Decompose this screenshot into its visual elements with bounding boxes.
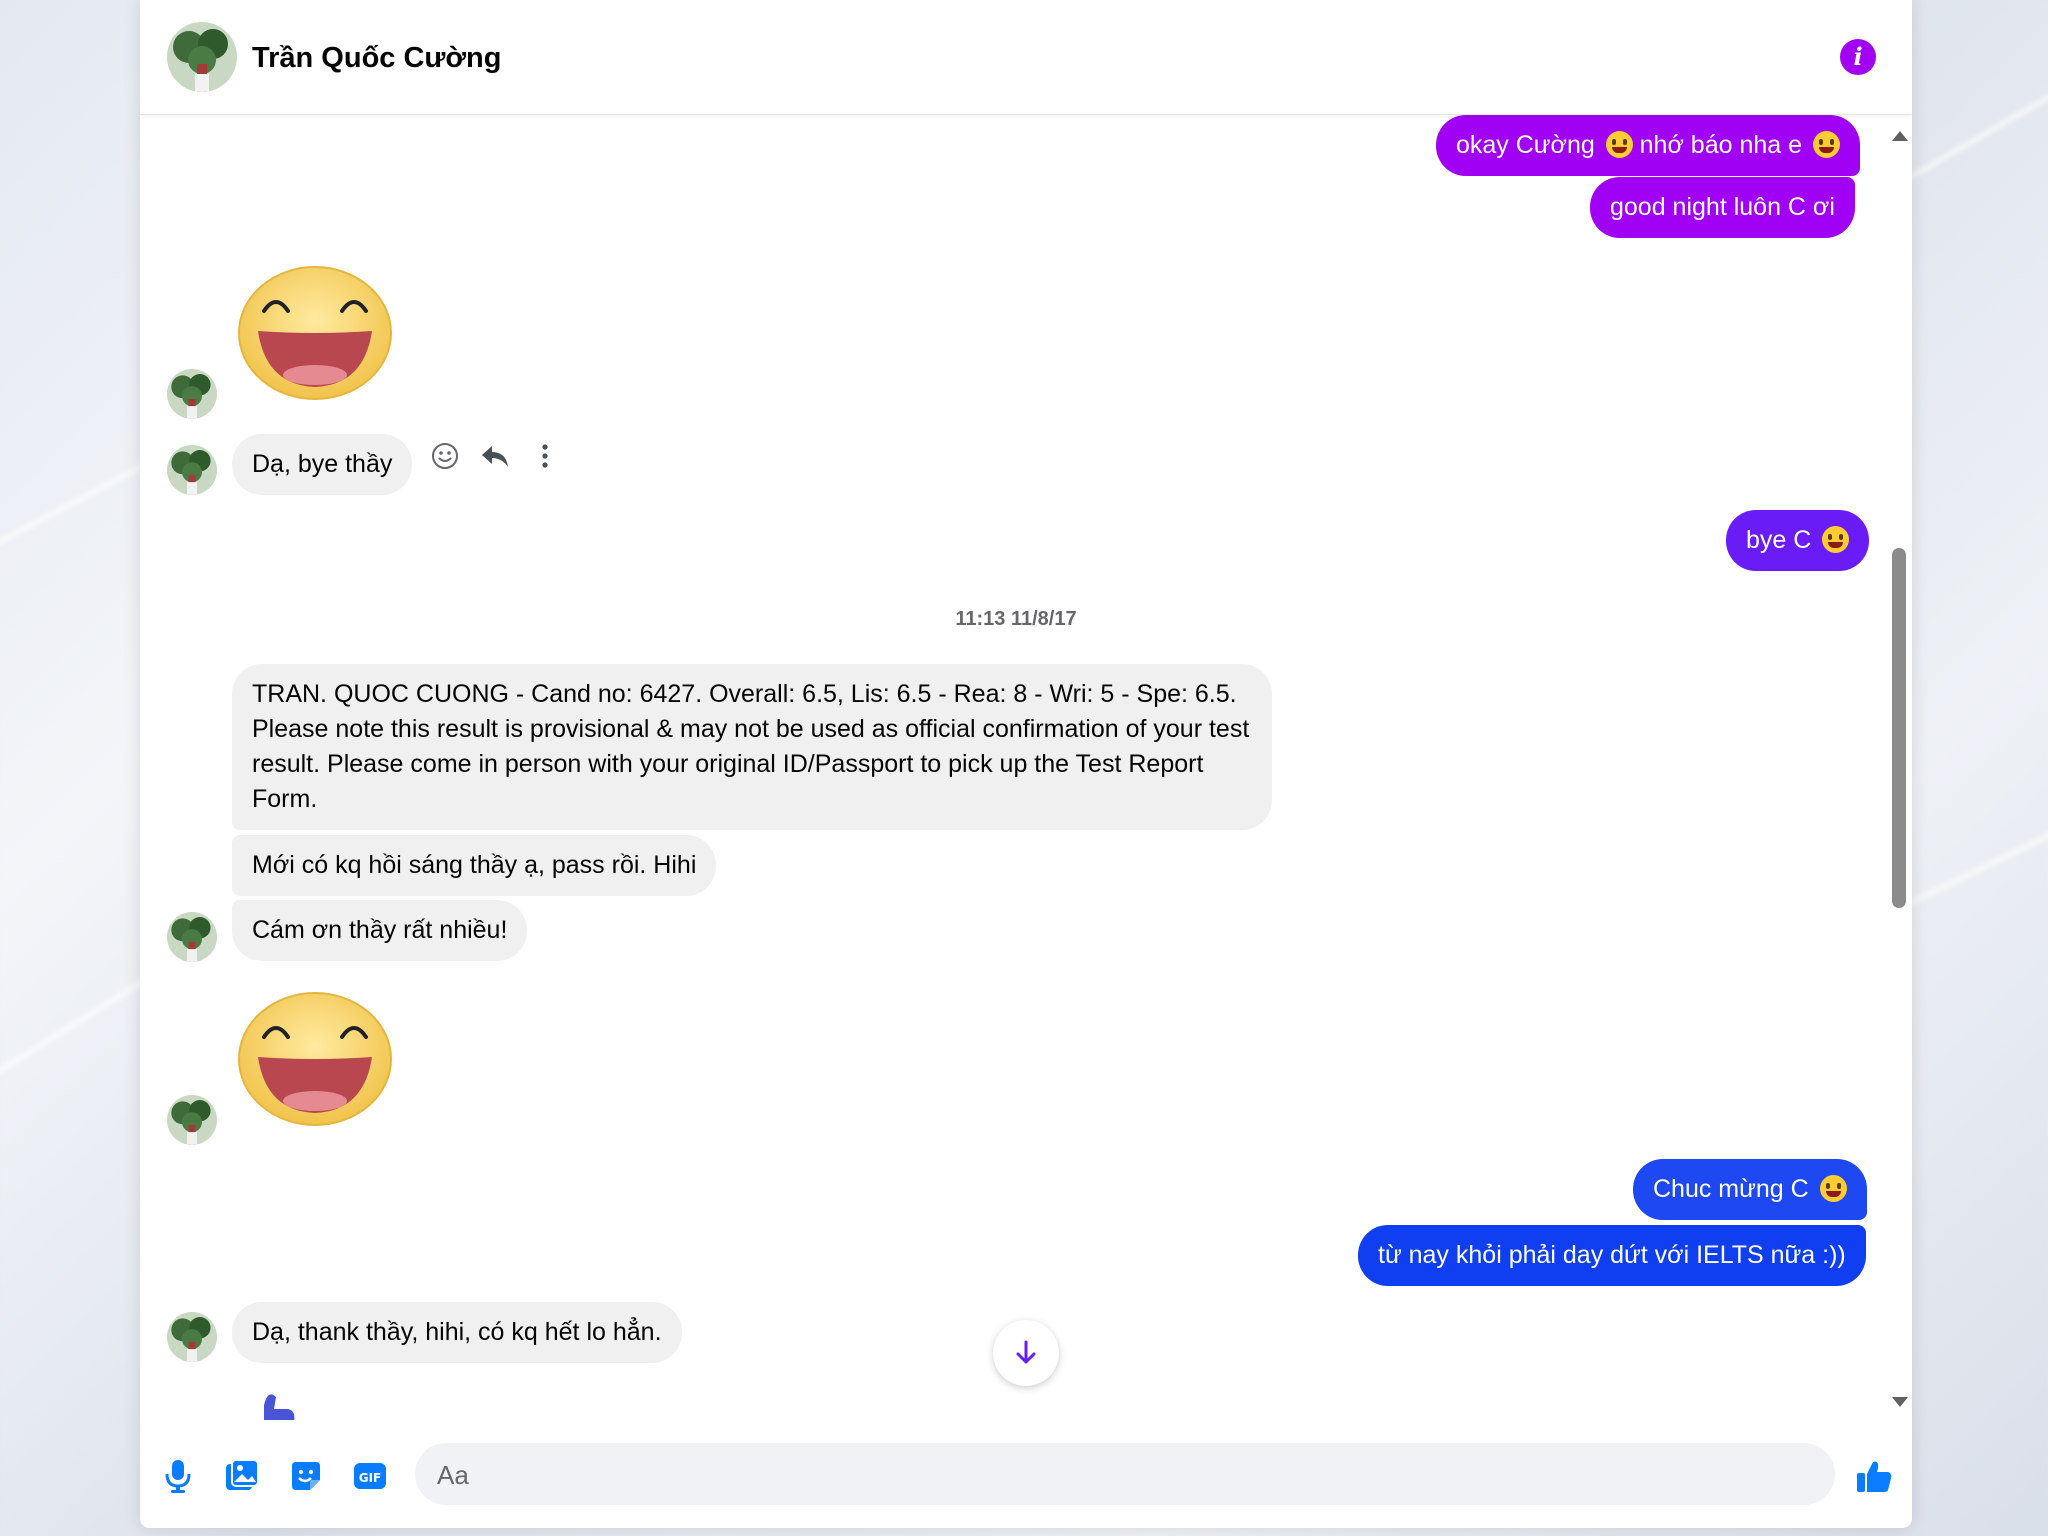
contact-avatar[interactable]	[167, 445, 217, 495]
message-composer: GIF	[140, 1420, 1912, 1528]
laughing-emoji-sticker[interactable]	[236, 989, 394, 1129]
message-text: TRAN. QUOC CUONG - Cand no: 6427. Overal…	[252, 680, 1250, 813]
react-icon[interactable]	[430, 441, 460, 471]
sticker-icon[interactable]	[286, 1456, 326, 1496]
message-text: good night luôn C ơi	[1610, 193, 1835, 221]
received-message[interactable]: Dạ, bye thầy	[232, 434, 413, 495]
message-text: Chuc mừng C	[1653, 1175, 1809, 1203]
svg-text:GIF: GIF	[359, 1471, 382, 1485]
thumbs-up-icon[interactable]	[1854, 1456, 1894, 1496]
message-text: từ nay khỏi phải day dứt với IELTS nữa :…	[1378, 1241, 1846, 1269]
smile-emoji-icon	[1822, 526, 1850, 553]
more-options-icon[interactable]	[530, 441, 560, 471]
reply-icon[interactable]	[480, 441, 510, 471]
contact-avatar[interactable]	[167, 1095, 217, 1145]
message-input[interactable]	[435, 1451, 1739, 1499]
contact-name[interactable]: Trần Quốc Cường	[252, 42, 501, 75]
scroll-up-arrow-icon[interactable]	[1892, 131, 1908, 141]
microphone-icon[interactable]	[158, 1456, 198, 1496]
sent-message[interactable]: good night luôn C ơi	[1590, 177, 1855, 238]
message-text: Cám ơn thầy rất nhiều!	[252, 916, 508, 944]
thumbs-up-sticker[interactable]	[232, 1385, 312, 1420]
conversation-header: Trần Quốc Cường i	[140, 0, 1912, 115]
contact-avatar[interactable]	[167, 369, 217, 419]
message-text: okay Cường	[1456, 131, 1595, 159]
received-message[interactable]: TRAN. QUOC CUONG - Cand no: 6427. Overal…	[232, 664, 1272, 830]
contact-avatar[interactable]	[167, 22, 237, 92]
message-list: okay Cường nhớ báo nha e good night luôn…	[140, 115, 1912, 1420]
message-text: bye C	[1746, 526, 1812, 554]
message-text: Dạ, bye thầy	[252, 450, 393, 478]
message-text: nhớ báo nha e	[1639, 131, 1803, 159]
message-text: Mới có kq hồi sáng thầy ạ, pass rồi. Hih…	[252, 851, 697, 879]
scrollbar-thumb[interactable]	[1892, 548, 1906, 908]
message-text: Dạ, thank thầy, hihi, có kq hết lo hẳn.	[252, 1318, 662, 1346]
gif-icon[interactable]: GIF	[350, 1456, 390, 1496]
image-icon[interactable]	[222, 1456, 262, 1496]
message-input-box[interactable]	[415, 1443, 1835, 1505]
laughing-emoji-sticker[interactable]	[236, 263, 394, 403]
sent-message[interactable]: bye C	[1726, 510, 1870, 571]
smile-emoji-icon	[1819, 1175, 1847, 1202]
smile-emoji-icon	[1605, 131, 1633, 158]
blush-emoji-icon	[1812, 131, 1840, 158]
message-actions	[430, 441, 560, 471]
scroll-to-bottom-button[interactable]	[993, 1320, 1059, 1386]
received-message[interactable]: Cám ơn thầy rất nhiều!	[232, 900, 528, 961]
contact-avatar[interactable]	[167, 912, 217, 962]
timestamp: 11:13 11/8/17	[955, 608, 1077, 630]
contact-avatar[interactable]	[167, 1312, 217, 1362]
received-message[interactable]: Mới có kq hồi sáng thầy ạ, pass rồi. Hih…	[232, 835, 717, 896]
arrow-down-icon	[1016, 1340, 1036, 1364]
sent-message[interactable]: Chuc mừng C	[1633, 1159, 1867, 1220]
scroll-down-arrow-icon[interactable]	[1892, 1397, 1908, 1407]
chat-window: Trần Quốc Cường i okay Cường nhớ báo nha…	[140, 0, 1912, 1528]
sent-message[interactable]: từ nay khỏi phải day dứt với IELTS nữa :…	[1358, 1225, 1866, 1286]
info-icon[interactable]: i	[1840, 39, 1876, 75]
sent-message[interactable]: okay Cường nhớ báo nha e	[1436, 115, 1860, 176]
received-message[interactable]: Dạ, thank thầy, hihi, có kq hết lo hẳn.	[232, 1302, 682, 1363]
